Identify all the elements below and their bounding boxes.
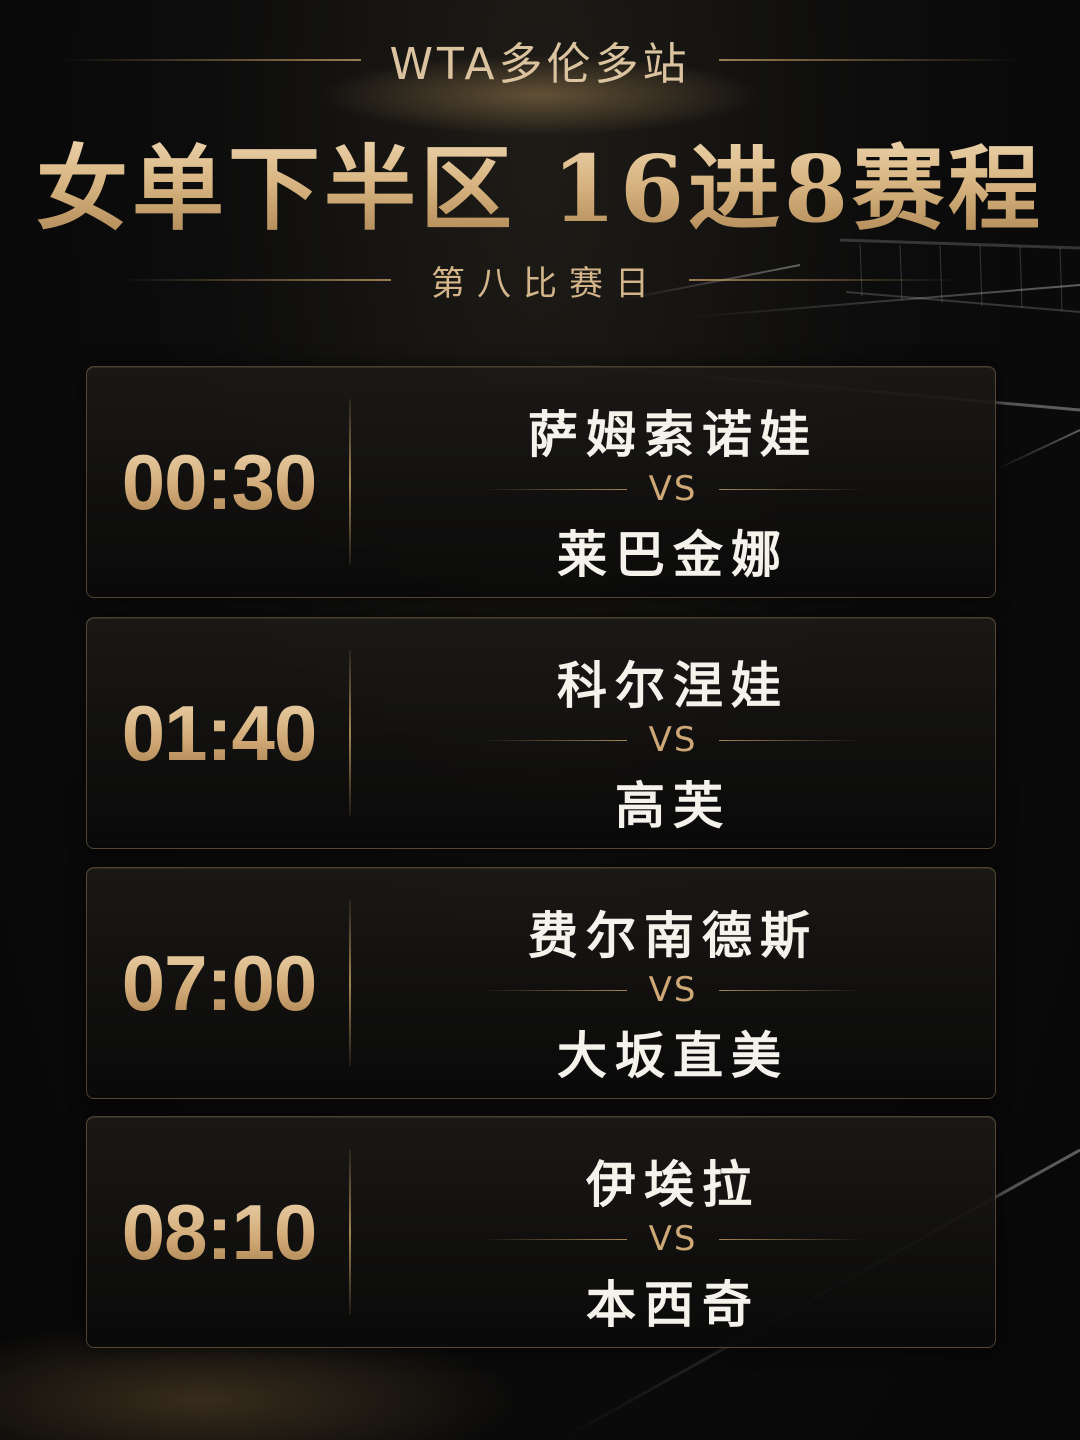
vs-line — [480, 739, 627, 741]
header: WTA多伦多站 女单下半区 16进8赛程 第八比赛日 — [0, 0, 1080, 340]
match-card: 01:40 科尔涅娃 VS 高芙 — [86, 617, 996, 849]
vs-row: VS — [351, 968, 995, 1012]
match-card: 07:00 费尔南德斯 VS 大坂直美 — [86, 867, 996, 1099]
match-card: 00:30 萨姆索诺娃 VS 莱巴金娜 — [86, 366, 996, 598]
vs-line — [719, 739, 866, 741]
vs-line — [480, 488, 627, 490]
match-players: 萨姆索诺娃 VS 莱巴金娜 — [351, 367, 995, 597]
vs-row: VS — [351, 467, 995, 511]
player-two: 莱巴金娜 — [557, 526, 789, 584]
decorative-divider — [718, 59, 1019, 61]
decorative-divider — [121, 279, 391, 281]
match-time-cell: 00:30 — [87, 367, 351, 597]
player-one: 伊埃拉 — [586, 1156, 760, 1214]
decorative-divider — [61, 59, 362, 61]
match-time: 01:40 — [121, 688, 317, 777]
day-label: 第八比赛日 — [431, 263, 661, 304]
match-players: 科尔涅娃 VS 高芙 — [351, 618, 995, 848]
vs-row: VS — [351, 718, 995, 762]
player-two: 本西奇 — [586, 1276, 760, 1334]
vs-row: VS — [351, 1217, 995, 1261]
match-time-cell: 08:10 — [87, 1117, 351, 1347]
day-label-row: 第八比赛日 — [0, 252, 1080, 308]
page-title: 女单下半区 16进8赛程 — [0, 115, 1080, 248]
vs-label: VS — [648, 469, 698, 509]
player-one: 科尔涅娃 — [557, 657, 789, 715]
match-time-cell: 01:40 — [87, 618, 351, 848]
vs-line — [480, 989, 627, 991]
match-players: 费尔南德斯 VS 大坂直美 — [351, 868, 995, 1098]
vs-line — [719, 488, 866, 490]
player-two: 高芙 — [615, 777, 731, 835]
player-one: 萨姆索诺娃 — [528, 406, 818, 464]
vs-line — [719, 989, 866, 991]
match-time-cell: 07:00 — [87, 868, 351, 1098]
vs-line — [719, 1238, 866, 1240]
player-two: 大坂直美 — [557, 1027, 789, 1085]
match-players: 伊埃拉 VS 本西奇 — [351, 1117, 995, 1347]
vs-label: VS — [648, 720, 698, 760]
decorative-divider — [689, 279, 959, 281]
match-card: 08:10 伊埃拉 VS 本西奇 — [86, 1116, 996, 1348]
match-time: 08:10 — [121, 1187, 317, 1276]
tour-title-row: WTA多伦多站 — [0, 30, 1080, 90]
vs-label: VS — [648, 970, 698, 1010]
match-time: 07:00 — [121, 938, 317, 1027]
player-one: 费尔南德斯 — [528, 907, 818, 965]
vs-label: VS — [648, 1219, 698, 1259]
vs-line — [480, 1238, 627, 1240]
tour-title: WTA多伦多站 — [389, 39, 691, 90]
match-time: 00:30 — [121, 437, 317, 526]
